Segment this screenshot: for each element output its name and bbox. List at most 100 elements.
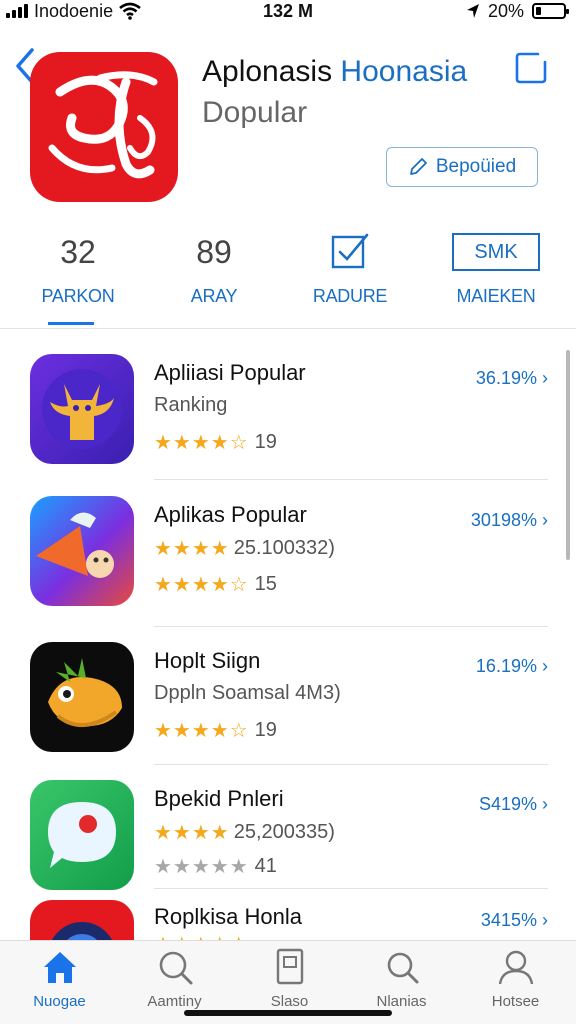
stars-icon: ★★★★★ [154,856,249,878]
app-icon [30,52,178,202]
list-item[interactable]: Apliiasi Popular Ranking ★★★★☆ 19 36.19%… [0,338,576,480]
app-title: Aplonasis Hoonasia [202,54,467,90]
app-price[interactable]: S419% › [479,794,548,815]
stat-tab-maieken[interactable]: SMK MAIEKEN [426,230,566,307]
share-button[interactable] [514,50,550,86]
stat-value [280,230,420,274]
app-subtitle: Ranking [154,394,227,417]
app-name: Roplkisa Honla [154,904,302,929]
stars-icon: ★★★★☆ [154,720,249,742]
home-indicator[interactable] [184,1010,392,1016]
app-title-part2: Hoonasia [340,55,468,88]
stat-tab-radure[interactable]: RADURE [280,230,420,307]
calligraphy-logo-icon [48,71,158,179]
person-icon [498,950,533,985]
stat-label: MAIEKEN [456,286,536,306]
stat-tab-aray[interactable]: 89 ARAY [144,230,284,307]
star-rating: ★★★★☆ 19 [154,430,277,455]
search-icon [159,951,192,985]
location-arrow-icon [466,4,479,18]
stat-tab-parkon[interactable]: 32 PARKON [8,230,148,307]
app-list: Apliiasi Popular Ranking ★★★★☆ 19 36.19%… [0,338,576,940]
app-price[interactable]: 3415% › [481,910,548,931]
stat-box: SMK [452,233,540,271]
app-price[interactable]: 30198% › [471,510,548,531]
stars-icon: ★★★★☆ [154,574,249,596]
chevron-right-icon: › [542,368,548,388]
app-name: Aplikas Popular [154,502,307,527]
app-subtitle: Dopular [202,96,308,129]
star-rating: ★★★★★ [154,932,249,940]
app-price[interactable]: 36.19% › [476,368,548,389]
stat-label: ARAY [190,286,238,306]
star-rating: ★★★★★ 41 [154,854,277,879]
home-icon [43,952,76,983]
app-subtitle: ★★★★ 25,200335) [154,820,335,845]
checkbox-icon [331,233,369,269]
bird-icon [30,642,134,752]
app-price-value: 3415% [480,910,537,930]
rating-count: 19 [254,431,277,453]
purple-character-icon [30,354,134,464]
rating-count: 15 [254,573,277,595]
app-subtitle-text: 25,200335) [233,821,335,843]
list-item[interactable]: Bpekid Pnleri ★★★★ 25,200335) ★★★★★ 41 S… [0,764,576,904]
stat-value: SMK [426,230,566,274]
card-icon [276,948,303,985]
status-bar-right: 20% [466,0,569,22]
stats-row: 32 PARKON 89 ARAY RADURE SMK MAIEKEN [0,230,576,330]
app-price-value: 16.19% [475,656,537,676]
battery-percent: 20% [487,0,524,21]
tab-card[interactable]: Slaso [232,947,347,1010]
star-rating: ★★★★☆ 19 [154,718,277,743]
action-button[interactable]: Bepoüied [386,147,538,187]
tab-label: Slaso [270,993,309,1010]
list-item[interactable]: Hoplt Siign Dppln Soamsal 4M3) ★★★★☆ 19 … [0,626,576,766]
stat-label: PARKON [41,286,115,306]
app-subtitle: Dppln Soamsal 4M3) [154,682,341,705]
app-subtitle-text: Ranking [154,394,228,416]
list-item[interactable]: Aplikas Popular ★★★★ 25.100332) ★★★★☆ 15… [0,480,576,627]
tab-label: Aamtiny [147,993,202,1010]
chevron-right-icon: › [542,510,548,530]
chevron-right-icon: › [542,656,548,676]
action-button-label: Bepoüied [435,156,517,177]
tab-label: Hotsee [491,993,540,1010]
stars-icon: ★★★★ [154,538,230,560]
status-bar: Inodoenie 132 M 20% [0,0,576,24]
app-name: Apliiasi Popular [154,360,306,385]
app-price-value: S419% [478,794,537,814]
app-name: Bpekid Pnleri [154,786,284,811]
stat-value: 32 [60,234,96,270]
colorful-character-icon [30,496,134,606]
battery-icon [532,3,569,19]
chat-bubble-icon [30,780,134,890]
app-name: Hoplt Siign [154,648,261,673]
divider [0,328,576,329]
app-price-value: 30198% [470,510,537,530]
tab-search[interactable]: Aamtiny [117,947,232,1010]
chevron-right-icon: › [542,910,548,930]
tab-home[interactable]: Nuogae [2,947,117,1010]
camera-icon [30,900,134,940]
stars-icon: ★★★★ [154,822,230,844]
scrollbar[interactable] [566,350,570,560]
stat-label: RADURE [312,286,388,306]
tab-label: Nuogae [33,993,86,1010]
square-edit-icon [515,52,547,84]
tab-profile[interactable]: Hotsee [458,947,573,1010]
list-item[interactable]: Roplkisa Honla ★★★★★ 3415% › [0,888,576,940]
active-tab-indicator [48,322,94,325]
app-title-part1: Aplonasis [202,55,333,88]
app-subtitle-text: 25.100332) [233,537,335,559]
app-price[interactable]: 16.19% › [476,656,548,677]
tab-search-2[interactable]: Nlanias [344,947,459,1010]
battery-fill [536,7,542,15]
chevron-right-icon: › [542,794,548,814]
rating-count: 19 [254,719,277,741]
app-subtitle: ★★★★ 25.100332) [154,536,335,561]
app-subtitle-text: Dppln Soamsal 4M3) [154,682,341,704]
tab-label: Nlanias [376,993,427,1010]
star-rating: ★★★★☆ 15 [154,572,277,597]
stat-value: 89 [196,234,232,270]
